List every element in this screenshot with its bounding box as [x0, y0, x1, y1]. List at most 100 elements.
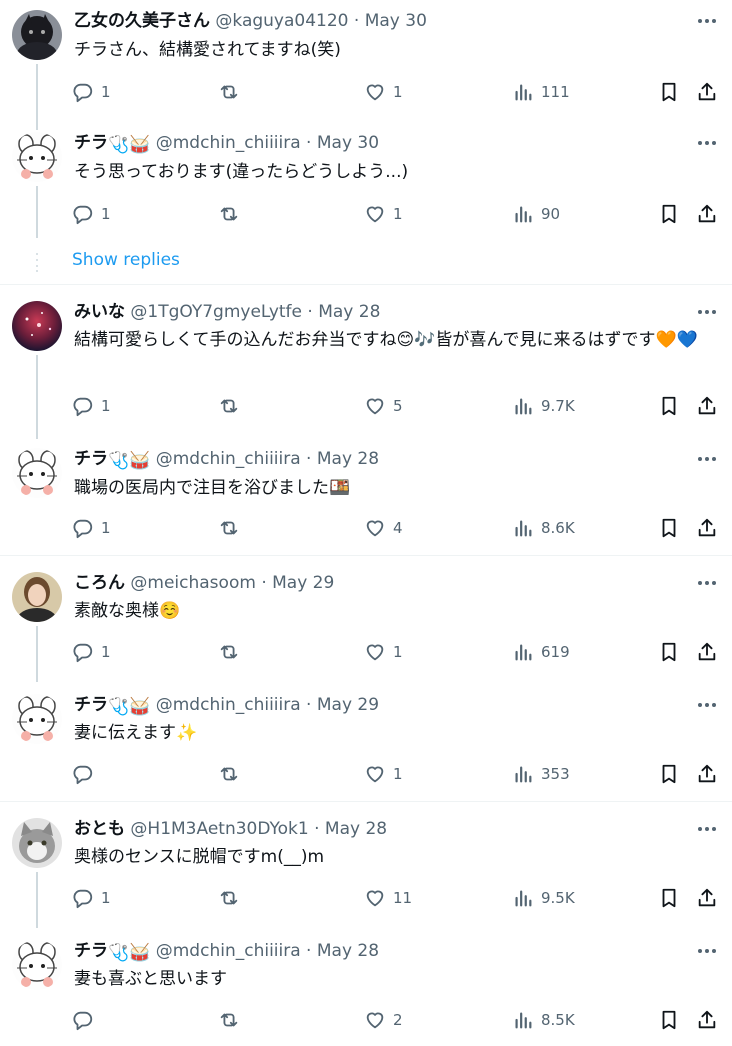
like-button[interactable]: 1 — [364, 80, 403, 104]
views-button[interactable]: 111 — [512, 80, 570, 104]
bookmark-button[interactable] — [658, 886, 680, 910]
repost-button[interactable] — [218, 516, 247, 540]
handle[interactable]: @mdchin_chiiiira — [156, 695, 301, 715]
reply-button[interactable]: 1 — [72, 640, 111, 664]
views-button[interactable]: 8.6K — [512, 516, 575, 540]
timestamp[interactable]: May 28 — [318, 302, 380, 322]
timestamp[interactable]: May 29 — [272, 573, 334, 593]
bookmark-button[interactable] — [658, 394, 680, 418]
tweet[interactable]: 乙女の久美子さん @kaguya04120 · May 30 チラさん、結構愛さ… — [0, 10, 732, 130]
repost-button[interactable] — [218, 394, 247, 418]
like-button[interactable]: 11 — [364, 886, 412, 910]
handle[interactable]: @meichasoom — [130, 573, 256, 593]
reply-button[interactable]: 1 — [72, 202, 111, 226]
handle[interactable]: @kaguya04120 — [215, 11, 348, 31]
handle[interactable]: @mdchin_chiiiira — [156, 133, 301, 153]
display-name[interactable]: ころん — [74, 573, 125, 593]
timestamp[interactable]: May 28 — [317, 449, 379, 469]
avatar[interactable] — [12, 572, 62, 622]
tweet[interactable]: チラ🩺🥁 @mdchin_chiiiira · May 28 職場の医局内で注目… — [0, 448, 732, 548]
more-icon[interactable] — [696, 10, 718, 32]
tweet[interactable]: みいな @1TgOY7gmyeLytfe · May 28 結構可愛らしくて手の… — [0, 301, 732, 439]
share-button[interactable] — [696, 1008, 718, 1032]
bookmark-button[interactable] — [658, 516, 680, 540]
views-button[interactable]: 8.5K — [512, 1008, 575, 1032]
display-name[interactable]: みいな — [74, 302, 125, 322]
tweet[interactable]: チラ🩺🥁 @mdchin_chiiiira · May 28 妻も喜ぶと思います… — [0, 940, 732, 1040]
share-button[interactable] — [696, 762, 718, 786]
repost-button[interactable] — [218, 762, 247, 786]
bookmark-button[interactable] — [658, 640, 680, 664]
timestamp[interactable]: May 28 — [317, 941, 379, 961]
reply-count: 1 — [101, 889, 111, 907]
avatar[interactable] — [12, 694, 62, 744]
display-name[interactable]: チラ — [74, 941, 108, 961]
repost-button[interactable] — [218, 202, 247, 226]
timestamp[interactable]: May 29 — [317, 695, 379, 715]
display-name[interactable]: チラ — [74, 449, 108, 469]
tweet[interactable]: おとも @H1M3Aetn30DYok1 · May 28 奥様のセンスに脱帽で… — [0, 818, 732, 928]
reply-button[interactable]: 1 — [72, 886, 111, 910]
avatar[interactable] — [12, 132, 62, 182]
repost-button[interactable] — [218, 80, 247, 104]
share-button[interactable] — [696, 640, 718, 664]
display-name[interactable]: おとも — [74, 819, 125, 839]
display-name[interactable]: チラ — [74, 133, 108, 153]
more-icon[interactable] — [696, 694, 718, 716]
timestamp[interactable]: May 30 — [365, 11, 427, 31]
bookmark-button[interactable] — [658, 80, 680, 104]
repost-button[interactable] — [218, 1008, 247, 1032]
handle[interactable]: @mdchin_chiiiira — [156, 941, 301, 961]
repost-button[interactable] — [218, 886, 247, 910]
bookmark-button[interactable] — [658, 1008, 680, 1032]
tweet[interactable]: ころん @meichasoom · May 29 素敵な奥様☺️ 1 1 619 — [0, 572, 732, 682]
share-button[interactable] — [696, 394, 718, 418]
reply-button[interactable] — [72, 762, 101, 786]
like-button[interactable]: 1 — [364, 640, 403, 664]
reply-button[interactable]: 1 — [72, 80, 111, 104]
more-icon[interactable] — [696, 132, 718, 154]
more-icon[interactable] — [696, 818, 718, 840]
bookmark-icon — [662, 204, 676, 224]
timestamp[interactable]: May 30 — [317, 133, 379, 153]
views-button[interactable]: 619 — [512, 640, 570, 664]
display-name[interactable]: 乙女の久美子さん — [74, 11, 210, 31]
timestamp[interactable]: May 28 — [325, 819, 387, 839]
share-button[interactable] — [696, 80, 718, 104]
more-icon[interactable] — [696, 572, 718, 594]
avatar[interactable] — [12, 301, 62, 351]
more-icon[interactable] — [696, 940, 718, 962]
handle[interactable]: @H1M3Aetn30DYok1 — [130, 819, 308, 839]
tweet[interactable]: チラ🩺🥁 @mdchin_chiiiira · May 30 そう思っております… — [0, 132, 732, 242]
share-button[interactable] — [696, 516, 718, 540]
views-button[interactable]: 90 — [512, 202, 560, 226]
bookmark-button[interactable] — [658, 202, 680, 226]
reply-button[interactable]: 1 — [72, 516, 111, 540]
views-button[interactable]: 9.5K — [512, 886, 575, 910]
more-icon[interactable] — [696, 301, 718, 323]
like-button[interactable]: 4 — [364, 516, 403, 540]
avatar[interactable] — [12, 940, 62, 990]
share-button[interactable] — [696, 886, 718, 910]
share-button[interactable] — [696, 202, 718, 226]
repost-button[interactable] — [218, 640, 247, 664]
handle[interactable]: @mdchin_chiiiira — [156, 449, 301, 469]
like-button[interactable]: 1 — [364, 762, 403, 786]
like-button[interactable]: 2 — [364, 1008, 403, 1032]
views-button[interactable]: 353 — [512, 762, 570, 786]
bookmark-button[interactable] — [658, 762, 680, 786]
avatar[interactable] — [12, 448, 62, 498]
show-replies-link[interactable]: Show replies — [72, 250, 180, 270]
handle[interactable]: @1TgOY7gmyeLytfe — [130, 302, 302, 322]
avatar[interactable] — [12, 10, 62, 60]
like-button[interactable]: 1 — [364, 202, 403, 226]
tweet[interactable]: チラ🩺🥁 @mdchin_chiiiira · May 29 妻に伝えます✨ 1… — [0, 694, 732, 794]
more-icon[interactable] — [696, 448, 718, 470]
reply-button[interactable]: 1 — [72, 394, 111, 418]
like-button[interactable]: 5 — [364, 394, 403, 418]
thread-dots — [36, 253, 38, 272]
views-button[interactable]: 9.7K — [512, 394, 575, 418]
avatar[interactable] — [12, 818, 62, 868]
display-name[interactable]: チラ — [74, 695, 108, 715]
reply-button[interactable] — [72, 1008, 101, 1032]
